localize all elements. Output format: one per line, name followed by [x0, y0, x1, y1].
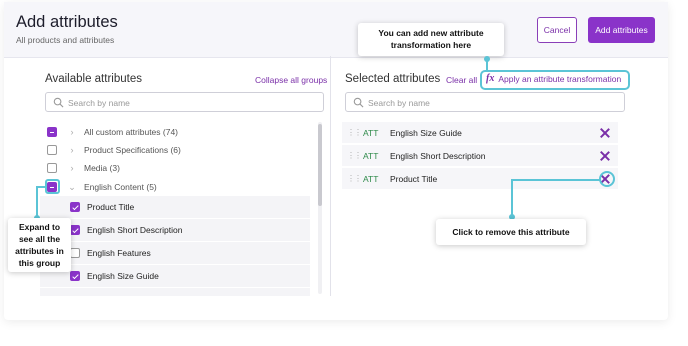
selected-item-label: English Size Guide	[390, 127, 462, 138]
list-item-group[interactable]: › Media (3)	[47, 159, 120, 177]
dialog-header: Add attributes All products and attribut…	[4, 2, 668, 58]
dialog-title: Add attributes	[16, 13, 118, 31]
attribute-checkbox[interactable]	[70, 202, 80, 212]
chevron-right-icon[interactable]: ›	[67, 163, 77, 173]
attribute-checkbox[interactable]	[70, 248, 80, 258]
function-icon: fx	[486, 73, 495, 84]
att-tag: ATT	[363, 150, 379, 161]
callout-text: attributes in	[15, 246, 64, 256]
callout-text: see all the	[18, 234, 61, 244]
scrollbar-thumb[interactable]	[318, 124, 322, 206]
expand-callout: Expand to see all the attributes in this…	[8, 218, 71, 272]
list-item-attribute[interactable]: English Features	[40, 242, 310, 264]
attribute-checkbox[interactable]	[70, 271, 80, 281]
collapse-all-groups-link[interactable]: Collapse all groups	[255, 75, 327, 85]
group-label: Product Specifications (6)	[84, 145, 181, 155]
drag-handle-icon[interactable]: ⋮⋮	[347, 174, 362, 182]
group-label: English Content (5)	[84, 182, 157, 192]
selected-attributes-title: Selected attributes	[345, 73, 441, 85]
selected-item-label: English Short Description	[390, 150, 486, 161]
available-search[interactable]	[45, 92, 324, 112]
chevron-right-icon[interactable]: ›	[67, 127, 77, 137]
chevron-down-icon[interactable]: ⌄	[67, 182, 77, 193]
group-checkbox[interactable]	[47, 145, 57, 155]
att-tag: ATT	[363, 173, 379, 184]
list-item-group[interactable]: › Product Specifications (6)	[47, 141, 181, 159]
apply-transformation-label: Apply an attribute transformation	[498, 73, 622, 84]
expand-highlight	[45, 179, 60, 194]
apply-transformation-link[interactable]: fx Apply an attribute transformation	[486, 73, 621, 84]
callout-text: You can add new attribute	[378, 28, 484, 38]
attribute-label: English Size Guide	[87, 271, 159, 281]
group-checkbox[interactable]	[47, 163, 57, 173]
annotation-line	[511, 179, 600, 181]
selected-search-input[interactable]	[368, 95, 618, 110]
remove-icon[interactable]	[599, 150, 611, 162]
search-icon	[353, 97, 364, 108]
group-label: All custom attributes (74)	[84, 127, 179, 137]
annotation-line	[486, 60, 488, 71]
cancel-button[interactable]: Cancel	[537, 17, 577, 43]
group-label: Media (3)	[84, 163, 120, 173]
attribute-label: English Short Description	[87, 225, 183, 235]
remove-callout: Click to remove this attribute	[436, 219, 586, 245]
annotation-line	[511, 179, 513, 217]
drag-handle-icon[interactable]: ⋮⋮	[347, 128, 362, 136]
list-item-attribute	[40, 288, 310, 296]
dialog-subtitle: All products and attributes	[16, 35, 115, 45]
search-icon	[53, 97, 64, 108]
drag-handle-icon[interactable]: ⋮⋮	[347, 151, 362, 159]
list-item-attribute[interactable]: English Size Guide	[40, 265, 310, 287]
list-item-group[interactable]: › All custom attributes (74)	[47, 123, 178, 141]
callout-text: transformation here	[390, 40, 472, 50]
list-item-attribute[interactable]: Product Title	[40, 196, 310, 218]
list-item-group-expanded[interactable]: ⌄ English Content (5)	[47, 178, 157, 196]
att-tag: ATT	[363, 127, 379, 138]
transform-callout: You can add new attribute transformation…	[358, 23, 504, 56]
selected-item[interactable]: ⋮⋮ ATT English Size Guide	[342, 122, 618, 143]
attribute-label: English Features	[87, 248, 151, 258]
remove-highlight	[599, 171, 615, 187]
callout-text: Expand to	[18, 222, 61, 232]
panel-divider	[330, 56, 331, 296]
clear-all-link[interactable]: Clear all	[446, 75, 477, 85]
chevron-right-icon[interactable]: ›	[67, 145, 77, 155]
selected-search[interactable]	[345, 92, 625, 112]
attribute-checkbox[interactable]	[70, 225, 80, 235]
list-item-attribute[interactable]: English Short Description	[40, 219, 310, 241]
callout-text: this group	[18, 258, 61, 268]
selected-item[interactable]: ⋮⋮ ATT English Short Description	[342, 145, 618, 166]
available-search-input[interactable]	[68, 95, 317, 110]
available-attributes-title: Available attributes	[45, 73, 142, 85]
attribute-label: Product Title	[87, 202, 135, 212]
add-attributes-button[interactable]: Add attributes	[588, 17, 655, 43]
group-checkbox[interactable]	[47, 127, 57, 137]
remove-icon[interactable]	[599, 127, 611, 139]
annotation-line	[36, 186, 38, 218]
